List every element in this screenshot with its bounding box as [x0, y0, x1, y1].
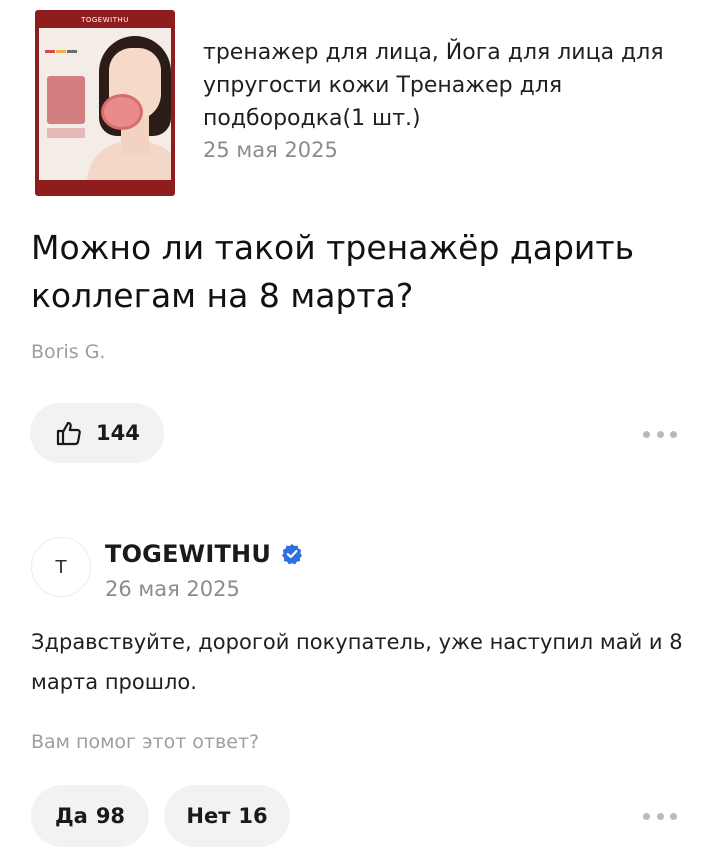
verified-check-icon — [281, 543, 303, 565]
like-count: 144 — [96, 421, 140, 445]
thumbs-up-icon — [56, 420, 82, 446]
vote-no-count: 16 — [238, 804, 268, 828]
like-button[interactable]: 144 — [30, 403, 164, 463]
vote-yes-label: Да — [54, 804, 88, 828]
seller-avatar: T — [31, 537, 91, 597]
vote-yes-button[interactable]: Да 98 — [31, 785, 149, 847]
answer-text: Здравствуйте, дорогой покупатель, уже на… — [31, 630, 683, 694]
vote-no-button[interactable]: Нет 16 — [164, 785, 290, 847]
question-more-dots-icon[interactable] — [643, 424, 677, 444]
vote-no-label: Нет — [186, 804, 231, 828]
answer-date: 26 мая 2025 — [105, 577, 240, 601]
seller-header: TOGEWITHU — [105, 540, 303, 568]
helpful-question: Вам помог этот ответ? — [31, 731, 260, 753]
product-image-panel-secondary — [47, 128, 85, 138]
product-date: 25 мая 2025 — [203, 138, 338, 162]
answer-more-dots-icon[interactable] — [643, 806, 677, 826]
question-author: Boris G. — [31, 341, 106, 363]
seller-name[interactable]: TOGEWITHU — [105, 540, 271, 568]
product-title[interactable]: тренажер для лица, Йога для лица для упр… — [203, 36, 673, 135]
product-image-device — [101, 94, 143, 130]
product-image-brand: TOGEWITHU — [81, 16, 129, 24]
product-card[interactable]: TOGEWITHU тренажер для лица, Йога для ли… — [35, 10, 685, 198]
product-image[interactable]: TOGEWITHU — [35, 10, 175, 196]
vote-yes-count: 98 — [95, 804, 126, 828]
product-image-footer — [39, 180, 171, 192]
question-text: Можно ли такой тренажёр дарить коллегам … — [31, 228, 635, 315]
product-image-panel — [47, 76, 85, 124]
